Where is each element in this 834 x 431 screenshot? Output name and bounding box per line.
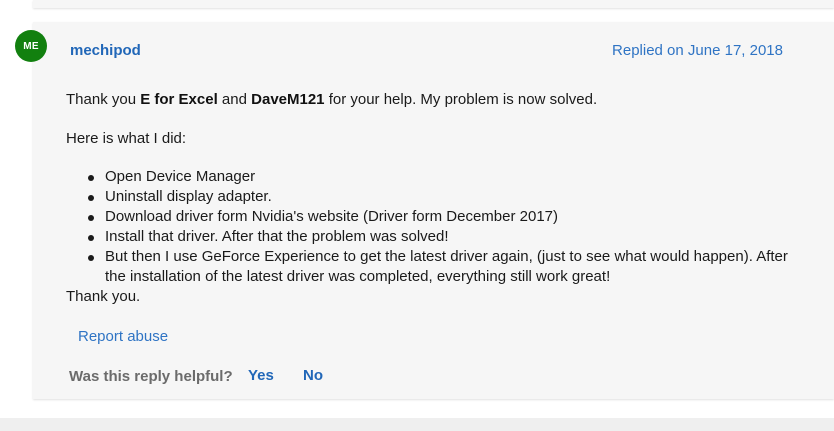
closing-paragraph: Thank you. (66, 288, 141, 305)
report-abuse-link[interactable]: Report abuse (78, 328, 168, 345)
lead-paragraph: Here is what I did: (66, 130, 187, 147)
helpful-no-button[interactable]: No (303, 367, 323, 384)
list-item: Install that driver. After that the prob… (66, 227, 796, 247)
reply-body: Thank you E for Excel and DaveM121 for y… (66, 90, 796, 307)
reply-date: Replied on June 17, 2018 (612, 42, 783, 59)
next-section-strip (0, 418, 834, 431)
avatar-initials: ME (23, 40, 39, 52)
mention-e-for-excel: E for Excel (140, 91, 218, 108)
steps-list: Open Device Manager Uninstall display ad… (66, 167, 796, 287)
mention-davem121: DaveM121 (251, 91, 325, 108)
intro-paragraph: Thank you E for Excel and DaveM121 for y… (66, 91, 598, 108)
list-item: Uninstall display adapter. (66, 187, 796, 207)
helpful-question: Was this reply helpful? (69, 368, 233, 385)
helpful-yes-button[interactable]: Yes (248, 367, 274, 384)
user-avatar[interactable]: ME (15, 30, 47, 62)
list-item: But then I use GeForce Experience to get… (66, 247, 796, 287)
previous-reply-card (33, 0, 834, 8)
list-item: Open Device Manager (66, 167, 796, 187)
username-link[interactable]: mechipod (70, 42, 141, 59)
list-item: Download driver form Nvidia's website (D… (66, 207, 796, 227)
